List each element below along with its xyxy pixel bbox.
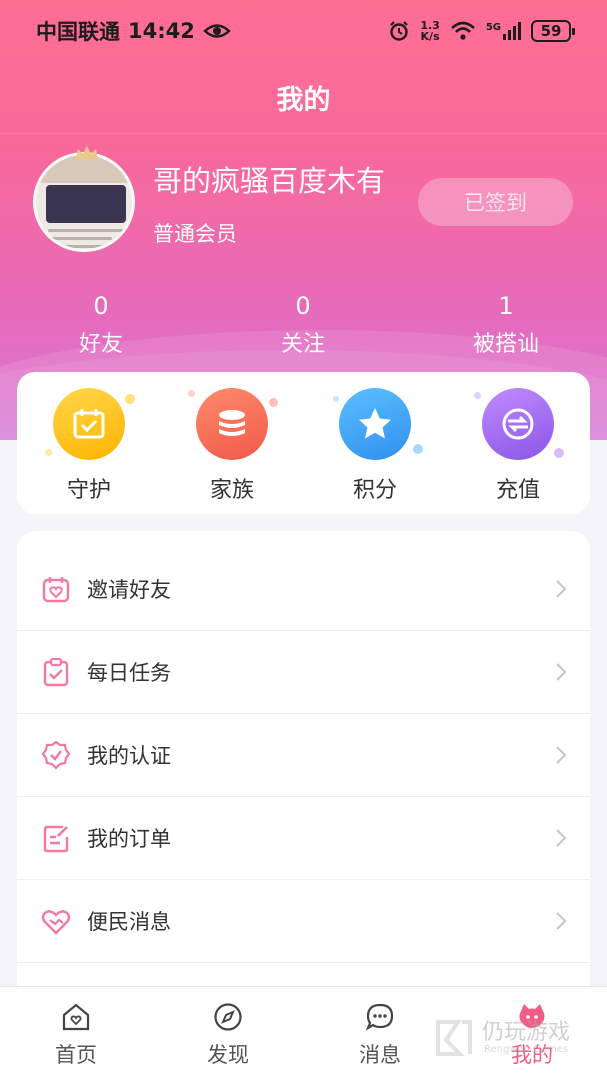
stat-following[interactable]: 0 关注 <box>233 290 373 358</box>
username: 哥的疯骚百度木有 <box>153 164 386 198</box>
nav-discover[interactable]: 发现 <box>152 987 304 1080</box>
compass-icon <box>214 1003 242 1031</box>
network-speed: 1.3 K/s <box>420 19 440 43</box>
menu-item-convenience-news[interactable]: 便民消息 <box>17 880 590 963</box>
stat-friends[interactable]: 0 好友 <box>31 290 171 358</box>
menu-item-my-verification[interactable]: 我的认证 <box>17 714 590 797</box>
cellular-signal-icon: 5G <box>486 22 521 40</box>
menu-label: 我的认证 <box>87 744 171 768</box>
feature-points[interactable]: 积分 <box>315 388 435 504</box>
feature-guard[interactable]: 守护 <box>29 388 149 504</box>
feature-label: 家族 <box>209 478 254 503</box>
signin-button[interactable]: 已签到 <box>418 178 573 226</box>
wifi-icon <box>450 21 475 40</box>
chat-bubble-icon <box>365 1003 394 1031</box>
badge-check-icon <box>41 740 71 770</box>
stat-value: 0 <box>295 292 311 320</box>
stat-value: 0 <box>93 292 109 320</box>
nav-home[interactable]: 首页 <box>0 987 152 1080</box>
stat-label: 被搭讪 <box>472 332 539 357</box>
avatar[interactable] <box>33 152 135 252</box>
crown-icon <box>76 146 98 160</box>
calendar-check-icon <box>73 409 105 439</box>
home-heart-icon <box>62 1003 90 1031</box>
alarm-icon <box>390 21 409 41</box>
clipboard-check-icon <box>43 657 69 687</box>
invite-icon <box>42 577 70 603</box>
watermark-logo-icon <box>436 1020 472 1056</box>
handshake-heart-icon <box>41 910 71 935</box>
carrier-name: 中国联通 <box>36 20 120 44</box>
chevron-right-icon <box>556 912 567 930</box>
menu-label: 便民消息 <box>87 910 171 934</box>
menu-item-daily-tasks[interactable]: 每日任务 <box>17 631 590 714</box>
stat-label: 好友 <box>78 332 123 357</box>
watermark-subtext: Rengwan Games <box>484 1044 569 1055</box>
feature-recharge[interactable]: 充值 <box>458 388 578 504</box>
feature-label: 充值 <box>495 478 540 503</box>
eye-icon <box>203 24 231 38</box>
nav-label: 首页 <box>55 1043 97 1067</box>
stat-approached[interactable]: 1 被搭讪 <box>436 290 576 358</box>
chevron-right-icon <box>556 580 567 598</box>
nav-label: 发现 <box>207 1043 249 1067</box>
page-title: 我的 <box>276 85 331 116</box>
chevron-right-icon <box>556 829 567 847</box>
status-bar: 中国联通 14:42 1.3 K/s 5G 59 <box>0 0 607 62</box>
order-edit-icon <box>43 825 69 853</box>
stat-value: 1 <box>498 292 514 320</box>
stat-label: 关注 <box>280 332 325 357</box>
menu-label: 我的订单 <box>87 827 171 851</box>
watermark: 仍玩游戏 Rengwan Games <box>430 1014 600 1064</box>
chevron-right-icon <box>556 746 567 764</box>
menu-list: 邀请好友 每日任务 我的认证 我的订单 便民消息 <box>17 531 590 1001</box>
feature-label: 积分 <box>352 478 397 503</box>
watermark-text: 仍玩游戏 <box>482 1020 571 1045</box>
menu-item-my-orders[interactable]: 我的订单 <box>17 797 590 880</box>
feature-family[interactable]: 家族 <box>172 388 292 504</box>
menu-item-invite-friends[interactable]: 邀请好友 <box>17 548 590 631</box>
star-icon <box>359 408 391 439</box>
feature-card: 守护 家族 积分 充值 <box>17 372 590 514</box>
member-level: 普通会员 <box>153 222 237 246</box>
recharge-icon <box>502 408 534 440</box>
chevron-right-icon <box>556 663 567 681</box>
menu-label: 每日任务 <box>87 661 171 685</box>
battery-indicator: 59 <box>531 20 575 42</box>
menu-label: 邀请好友 <box>87 578 171 602</box>
status-time: 14:42 <box>128 19 195 43</box>
feature-label: 守护 <box>66 478 111 503</box>
coin-stack-icon <box>219 410 245 436</box>
